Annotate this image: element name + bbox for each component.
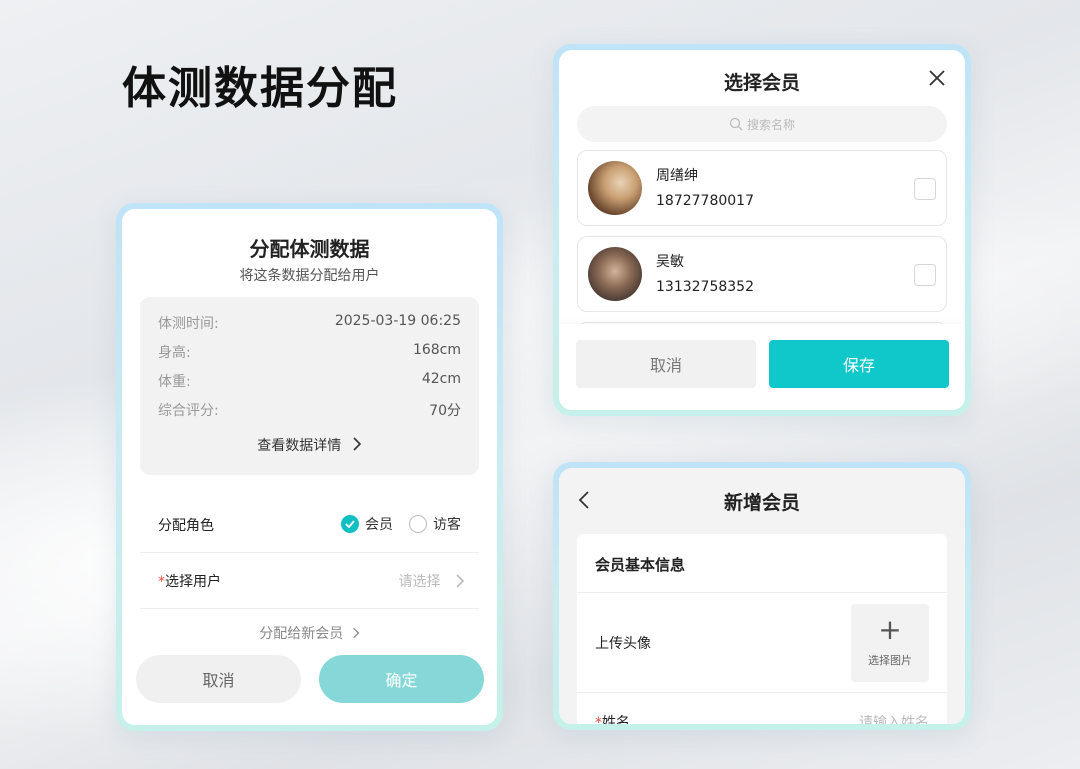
placeholder-text: 请选择 bbox=[398, 574, 441, 590]
required-mark: * bbox=[158, 574, 165, 590]
search-placeholder: 搜索名称 bbox=[746, 117, 795, 132]
required-mark: * bbox=[595, 715, 602, 724]
view-detail-link[interactable]: 查看数据详情 bbox=[140, 435, 479, 455]
confirm-button[interactable]: 确定 bbox=[319, 655, 484, 703]
info-value: 42cm bbox=[421, 371, 461, 387]
name-input[interactable]: 请输入姓名 bbox=[859, 712, 929, 724]
list-item[interactable]: 吴敏 13132758352 bbox=[577, 236, 947, 312]
new-member-page: 新增会员 会员基本信息 上传头像 + 选择图片 *姓名 请输入姓名 bbox=[559, 468, 965, 724]
cancel-button[interactable]: 取消 bbox=[576, 340, 756, 388]
info-row-height: 身高: 168cm bbox=[158, 342, 461, 362]
plus-icon: + bbox=[878, 613, 902, 646]
divider bbox=[577, 692, 947, 693]
form-body: 会员基本信息 上传头像 + 选择图片 *姓名 请输入姓名 bbox=[559, 534, 965, 724]
search-icon bbox=[729, 117, 743, 131]
info-value: 2025-03-19 06:25 bbox=[334, 313, 461, 329]
select-member-dialog: 选择会员 搜索名称 周缮绅 18727780017 吴敏 13132758352… bbox=[559, 50, 965, 410]
radio-unchecked-icon bbox=[409, 515, 427, 533]
view-detail-label: 查看数据详情 bbox=[257, 438, 342, 454]
info-label: 身高: bbox=[158, 345, 191, 361]
info-label: 体重: bbox=[158, 374, 191, 390]
chevron-right-icon bbox=[353, 437, 361, 451]
member-phone: 18727780017 bbox=[656, 193, 754, 209]
list-item[interactable]: 周缮绅 18727780017 bbox=[577, 150, 947, 226]
role-option-visitor[interactable]: 访客 bbox=[409, 514, 461, 534]
dialog-title: 选择会员 bbox=[723, 72, 800, 94]
save-button[interactable]: 保存 bbox=[769, 340, 949, 388]
avatar bbox=[588, 161, 642, 215]
avatar-label: 上传头像 bbox=[595, 636, 651, 652]
role-label: 分配角色 bbox=[158, 518, 214, 534]
close-icon[interactable] bbox=[927, 68, 947, 88]
cancel-button[interactable]: 取消 bbox=[136, 655, 301, 703]
select-user-placeholder: 请选择 bbox=[399, 571, 465, 591]
member-checkbox[interactable] bbox=[914, 178, 936, 200]
info-label: 综合评分: bbox=[158, 403, 219, 419]
info-row-score: 综合评分: 70分 bbox=[158, 400, 461, 420]
role-option-label: 访客 bbox=[433, 517, 461, 533]
assign-new-member-link[interactable]: 分配给新会员 bbox=[122, 623, 497, 643]
select-user-text: 选择用户 bbox=[165, 574, 221, 590]
assign-data-dialog: 分配体测数据 将这条数据分配给用户 体测时间: 2025-03-19 06:25… bbox=[122, 209, 497, 725]
measurement-summary: 体测时间: 2025-03-19 06:25 身高: 168cm 体重: 42c… bbox=[140, 297, 479, 475]
select-user-row[interactable]: *选择用户 请选择 bbox=[140, 553, 479, 609]
info-label: 体测时间: bbox=[158, 316, 219, 332]
section-title: 会员基本信息 bbox=[595, 556, 686, 574]
chevron-right-icon bbox=[352, 627, 360, 639]
member-name: 吴敏 bbox=[656, 254, 684, 270]
dialog-footer: 取消 保存 bbox=[559, 324, 965, 410]
info-row-time: 体测时间: 2025-03-19 06:25 bbox=[158, 313, 461, 333]
select-member-dialog-frame: 选择会员 搜索名称 周缮绅 18727780017 吴敏 13132758352… bbox=[553, 44, 971, 416]
page-headline: 体测数据分配 bbox=[122, 63, 398, 114]
dialog-subtitle: 将这条数据分配给用户 bbox=[239, 268, 380, 284]
search-input[interactable]: 搜索名称 bbox=[577, 106, 947, 142]
radio-checked-icon bbox=[341, 515, 359, 533]
info-value: 70分 bbox=[429, 403, 461, 419]
member-name: 周缮绅 bbox=[656, 168, 698, 184]
upload-text: 选择图片 bbox=[868, 654, 912, 667]
name-label-text: 姓名 bbox=[602, 715, 630, 724]
name-label: *姓名 bbox=[595, 712, 630, 724]
new-member-link-label: 分配给新会员 bbox=[259, 626, 344, 642]
basic-info-section: 会员基本信息 上传头像 + 选择图片 *姓名 请输入姓名 bbox=[577, 534, 947, 724]
role-option-label: 会员 bbox=[365, 517, 393, 533]
assign-data-dialog-frame: 分配体测数据 将这条数据分配给用户 体测时间: 2025-03-19 06:25… bbox=[116, 203, 503, 731]
avatar bbox=[588, 247, 642, 301]
chevron-right-icon bbox=[456, 574, 465, 588]
role-option-member[interactable]: 会员 bbox=[341, 514, 393, 534]
divider bbox=[577, 592, 947, 593]
upload-avatar-button[interactable]: + 选择图片 bbox=[851, 604, 929, 682]
page-title: 新增会员 bbox=[723, 492, 800, 514]
new-member-page-frame: 新增会员 会员基本信息 上传头像 + 选择图片 *姓名 请输入姓名 bbox=[553, 462, 971, 730]
select-user-label: *选择用户 bbox=[158, 571, 221, 591]
info-value: 168cm bbox=[412, 342, 461, 358]
info-row-weight: 体重: 42cm bbox=[158, 371, 461, 391]
member-phone: 13132758352 bbox=[656, 279, 754, 295]
page-header: 新增会员 bbox=[559, 468, 965, 534]
role-row: 分配角色 会员 访客 bbox=[140, 497, 479, 553]
member-checkbox[interactable] bbox=[914, 264, 936, 286]
dialog-title: 分配体测数据 bbox=[249, 237, 370, 261]
